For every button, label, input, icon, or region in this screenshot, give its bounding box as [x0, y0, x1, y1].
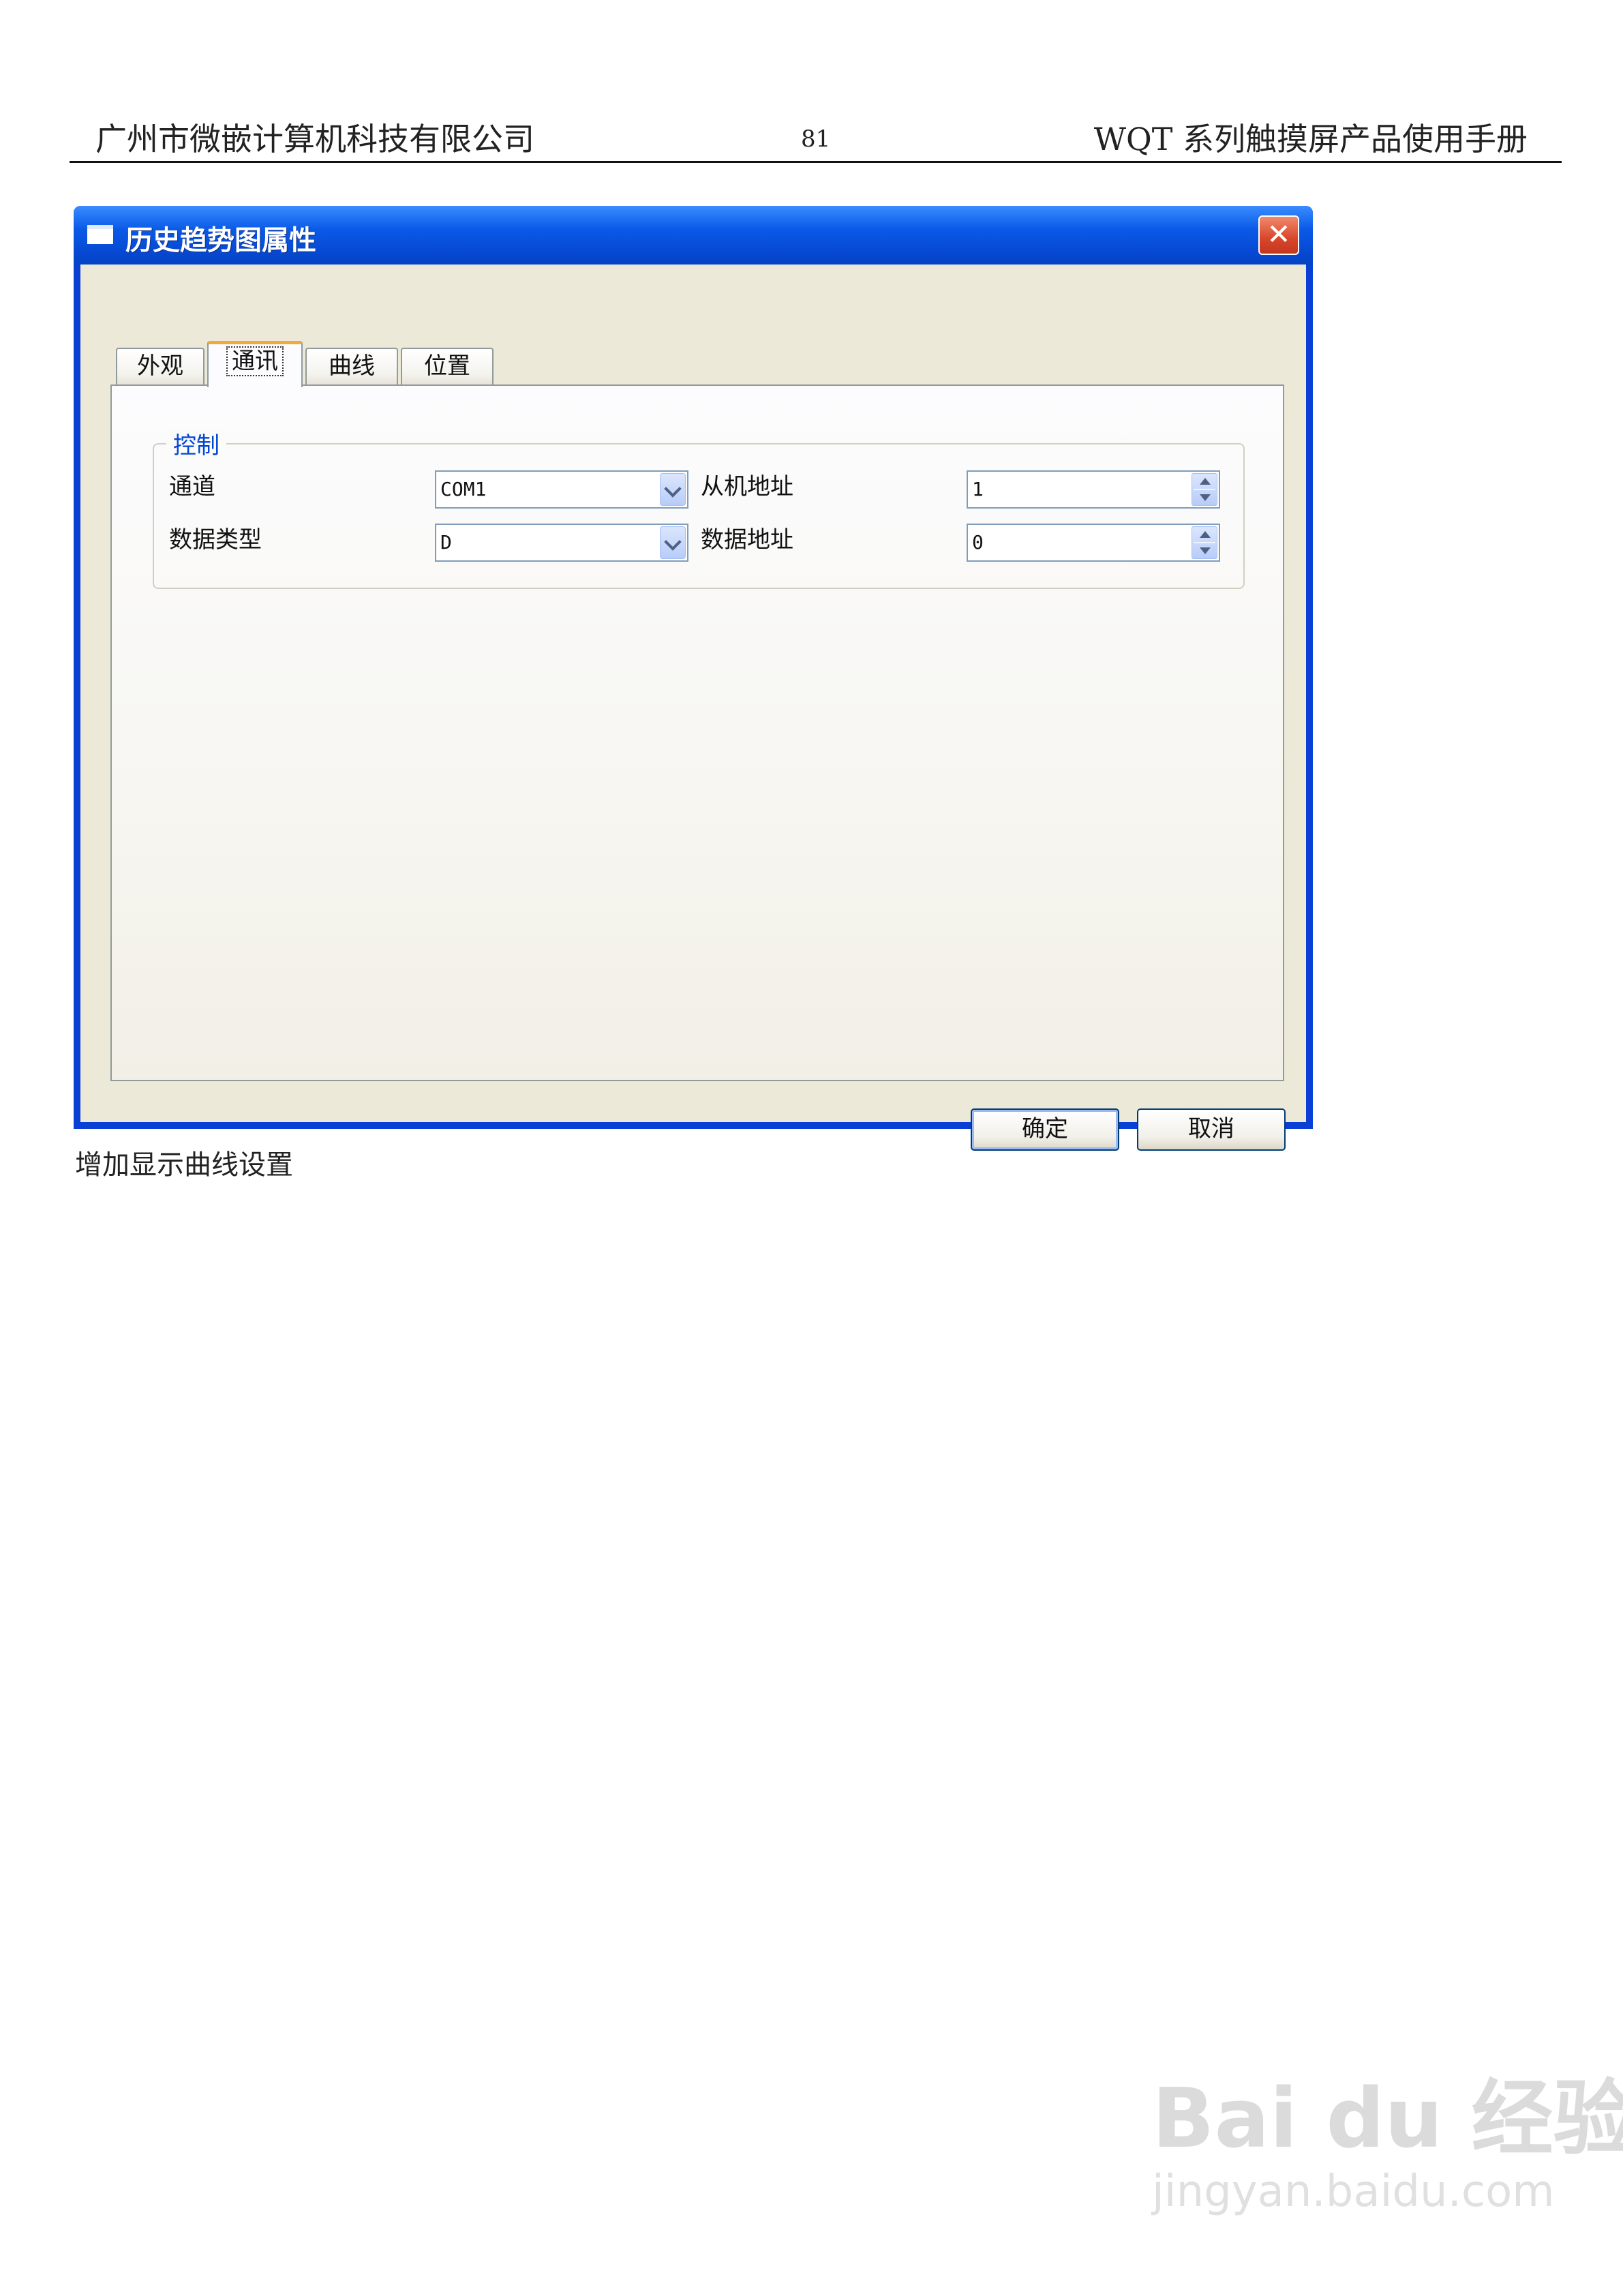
ok-button[interactable]: 确定 — [971, 1108, 1119, 1151]
data-address-value: 0 — [972, 531, 984, 554]
page-number: 81 — [801, 125, 831, 153]
channel-label: 通道 — [169, 473, 215, 500]
header-manual-title: WQT 系列触摸屏产品使用手册 — [1093, 121, 1528, 157]
slave-address-value: 1 — [972, 478, 984, 500]
chevron-down-icon[interactable] — [660, 526, 686, 559]
chevron-down-icon[interactable] — [660, 473, 686, 506]
data-address-spinbox[interactable]: 0 — [967, 524, 1220, 562]
control-groupbox — [153, 443, 1245, 589]
header-divider — [70, 161, 1562, 163]
spin-arrows-icon[interactable] — [1192, 526, 1217, 559]
header-company: 广州市微嵌计算机科技有限公司 — [95, 121, 534, 157]
tab-communication[interactable]: 通讯 — [207, 341, 303, 387]
dialog-client-area: 外观 通讯 曲线 位置 控制 通道 COM1 从机地址 1 数据类型 D 数据地… — [80, 265, 1306, 1151]
data-type-value: D — [440, 531, 452, 554]
control-group-title: 控制 — [166, 427, 226, 460]
tab-panel-communication: 控制 通道 COM1 从机地址 1 数据类型 D 数据地址 0 — [110, 384, 1284, 1081]
slave-address-spinbox[interactable]: 1 — [967, 470, 1220, 509]
tab-label: 位置 — [424, 352, 470, 380]
tab-appearance[interactable]: 外观 — [116, 348, 204, 384]
data-type-label: 数据类型 — [169, 526, 262, 554]
slave-address-label: 从机地址 — [701, 473, 793, 500]
tab-label: 外观 — [137, 352, 183, 380]
tab-label: 通讯 — [226, 346, 284, 376]
dialog-title: 历史趋势图属性 — [125, 225, 316, 256]
figure-caption: 增加显示曲线设置 — [75, 1149, 293, 1181]
watermark-url: jingyan.baidu.com — [1152, 2166, 1555, 2217]
spin-arrows-icon[interactable] — [1192, 473, 1217, 506]
close-button[interactable]: ✕ — [1258, 215, 1299, 255]
channel-combobox[interactable]: COM1 — [435, 470, 688, 509]
window-icon — [87, 225, 113, 244]
tab-label: 曲线 — [329, 352, 375, 380]
baidu-jingyan-watermark: Bai du 经验 jingyan.baidu.com — [1152, 2052, 1623, 2217]
dialog-titlebar[interactable]: 历史趋势图属性 ✕ — [74, 206, 1313, 265]
data-address-label: 数据地址 — [701, 526, 793, 554]
data-type-combobox[interactable]: D — [435, 524, 688, 562]
tab-curve[interactable]: 曲线 — [305, 348, 398, 384]
tab-position[interactable]: 位置 — [401, 348, 494, 384]
history-trend-properties-dialog: 历史趋势图属性 ✕ 外观 通讯 曲线 位置 控制 通道 COM1 从机地址 1 — [74, 206, 1313, 1151]
cancel-button[interactable]: 取消 — [1137, 1108, 1286, 1151]
watermark-logo: Bai du 经验 — [1152, 2072, 1623, 2166]
channel-value: COM1 — [440, 478, 487, 500]
